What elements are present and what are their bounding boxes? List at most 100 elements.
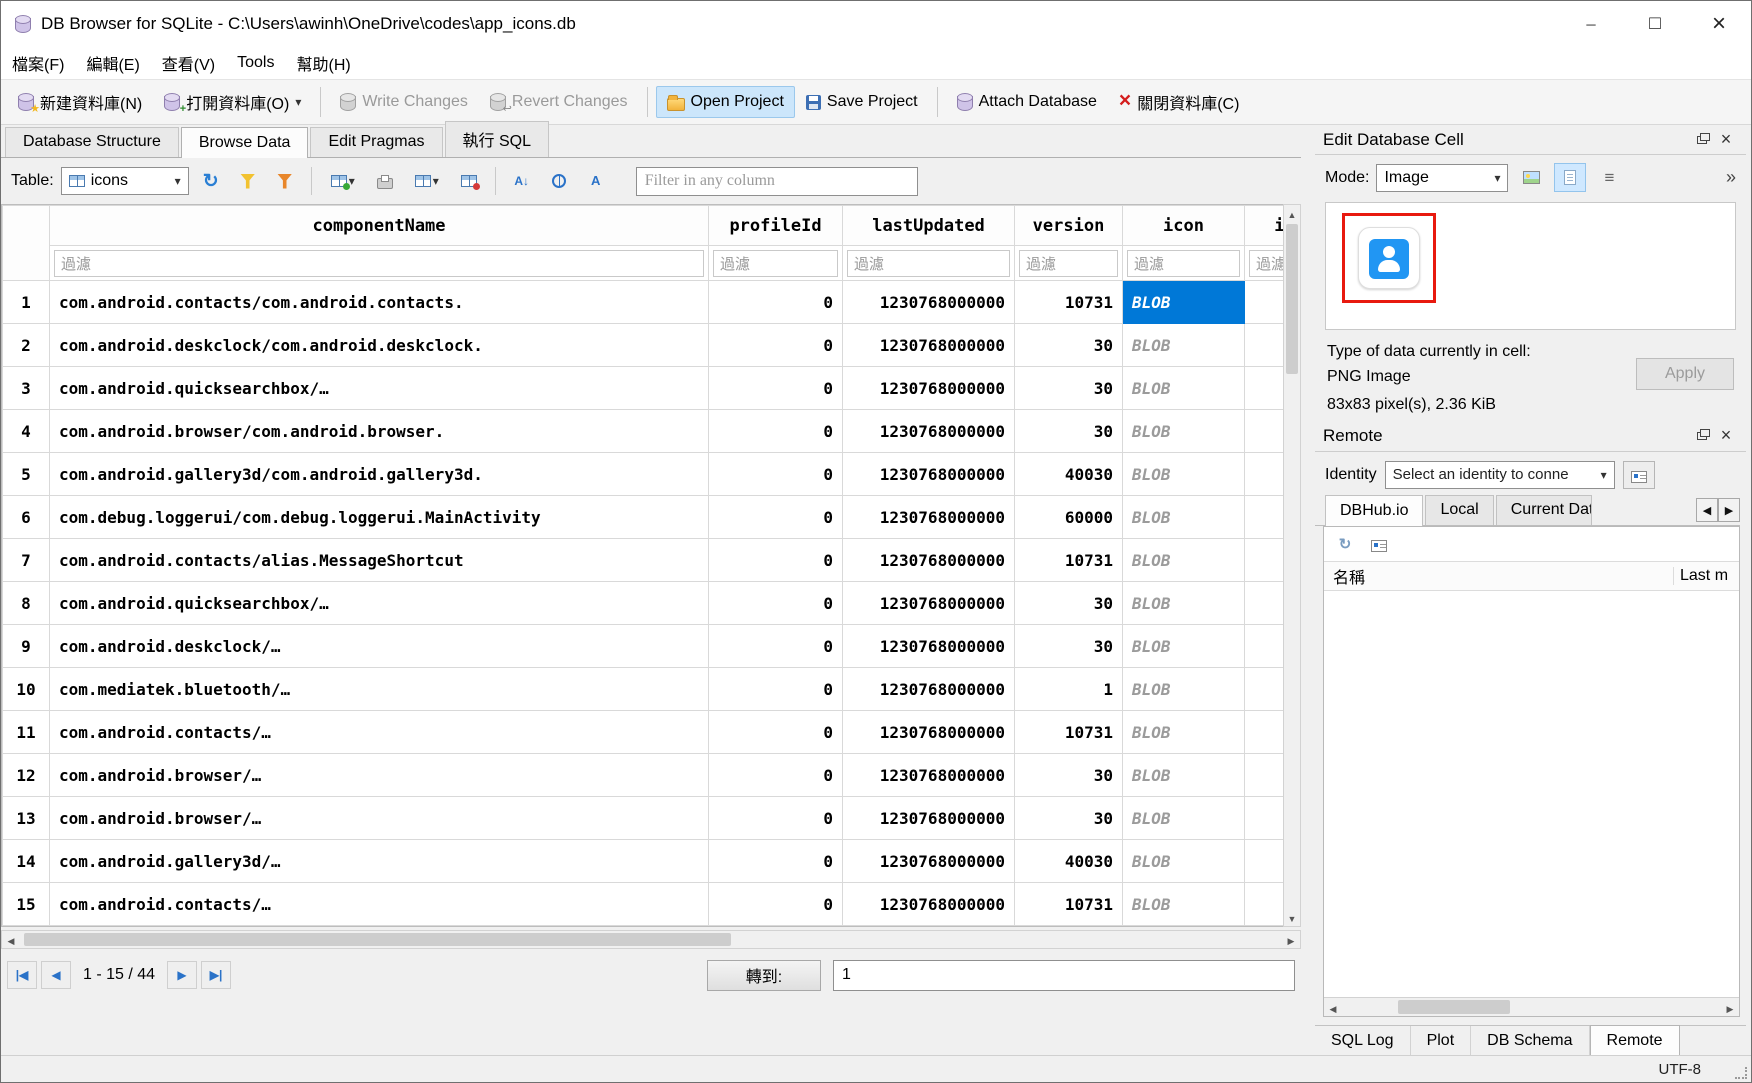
remote-scroll-track[interactable] <box>1342 998 1721 1016</box>
remote-refresh-button[interactable] <box>1330 529 1360 559</box>
tab-db-schema[interactable]: DB Schema <box>1471 1026 1589 1055</box>
tab-plot[interactable]: Plot <box>1411 1026 1472 1055</box>
tab-remote[interactable]: Remote <box>1590 1025 1680 1055</box>
row-number[interactable]: 7 <box>3 539 50 582</box>
cell-componentName[interactable]: com.android.contacts/… <box>50 711 709 754</box>
tab-sql-log[interactable]: SQL Log <box>1315 1026 1411 1055</box>
cell-icon[interactable]: BLOB <box>1123 367 1245 410</box>
cell-version[interactable]: 10731 <box>1015 883 1123 926</box>
cell-icon[interactable]: BLOB <box>1123 281 1245 324</box>
attach-database-button[interactable]: Attach Database <box>946 86 1108 118</box>
row-number[interactable]: 3 <box>3 367 50 410</box>
resize-grip[interactable] <box>1735 1067 1747 1079</box>
open-database-button[interactable]: + 打開資料庫(O) <box>153 83 312 121</box>
cell-icon[interactable]: BLOB <box>1123 539 1245 582</box>
row-number[interactable]: 12 <box>3 754 50 797</box>
cell-componentName[interactable]: com.android.quicksearchbox/… <box>50 582 709 625</box>
remote-clone-button[interactable] <box>1364 529 1394 559</box>
tab-scroll-right-button[interactable] <box>1718 498 1740 522</box>
cell-profileId[interactable]: 0 <box>709 367 843 410</box>
cell-profileId[interactable]: 0 <box>709 668 843 711</box>
table-row[interactable]: 5com.android.gallery3d/com.android.galle… <box>3 453 1284 496</box>
cell-version[interactable]: 30 <box>1015 582 1123 625</box>
cell-version[interactable]: 60000 <box>1015 496 1123 539</box>
filter-componentName-input[interactable]: 過濾 <box>54 250 704 277</box>
cell-componentName[interactable]: com.android.browser/… <box>50 754 709 797</box>
cell-version[interactable]: 30 <box>1015 625 1123 668</box>
cell-componentName[interactable]: com.mediatek.bluetooth/… <box>50 668 709 711</box>
horizontal-scroll-thumb[interactable] <box>24 933 731 946</box>
float-dock-button[interactable] <box>1690 425 1714 447</box>
cell-profileId[interactable]: 0 <box>709 324 843 367</box>
goto-button[interactable]: 轉到: <box>707 960 821 991</box>
cell-overflow[interactable] <box>1245 367 1284 410</box>
cell-icon[interactable]: BLOB <box>1123 410 1245 453</box>
edit-display-format-button[interactable] <box>581 166 611 196</box>
row-number[interactable]: 1 <box>3 281 50 324</box>
cell-icon[interactable]: BLOB <box>1123 625 1245 668</box>
cell-overflow[interactable] <box>1245 324 1284 367</box>
cell-componentName[interactable]: com.android.contacts/com.android.contact… <box>50 281 709 324</box>
cell-version[interactable]: 10731 <box>1015 539 1123 582</box>
filter-icon-input[interactable]: 過濾 <box>1127 250 1240 277</box>
close-database-button[interactable]: 關閉資料庫(C) <box>1108 83 1250 121</box>
cell-profileId[interactable]: 0 <box>709 754 843 797</box>
cell-icon[interactable]: BLOB <box>1123 582 1245 625</box>
write-changes-button[interactable]: Write Changes <box>329 86 479 118</box>
tab-edit-pragmas[interactable]: Edit Pragmas <box>310 127 442 157</box>
cell-icon[interactable]: BLOB <box>1123 840 1245 883</box>
table-row[interactable]: 15com.android.contacts/…0123076800000010… <box>3 883 1284 926</box>
cell-overflow[interactable] <box>1245 453 1284 496</box>
vertical-scrollbar[interactable] <box>1283 204 1301 927</box>
table-row[interactable]: 2com.android.deskclock/com.android.deskc… <box>3 324 1284 367</box>
row-number[interactable]: 8 <box>3 582 50 625</box>
cell-profileId[interactable]: 0 <box>709 496 843 539</box>
cell-version[interactable]: 30 <box>1015 324 1123 367</box>
cell-version[interactable]: 10731 <box>1015 281 1123 324</box>
cell-lastUpdated[interactable]: 1230768000000 <box>843 582 1015 625</box>
cell-lastUpdated[interactable]: 1230768000000 <box>843 754 1015 797</box>
cell-componentName[interactable]: com.android.deskclock/… <box>50 625 709 668</box>
cell-overflow[interactable] <box>1245 625 1284 668</box>
cell-lastUpdated[interactable]: 1230768000000 <box>843 324 1015 367</box>
cell-profileId[interactable]: 0 <box>709 711 843 754</box>
row-number[interactable]: 14 <box>3 840 50 883</box>
table-row[interactable]: 13com.android.browser/…0123076800000030B… <box>3 797 1284 840</box>
cell-componentName[interactable]: com.android.gallery3d/com.android.galler… <box>50 453 709 496</box>
mode-select[interactable]: Image <box>1376 164 1508 192</box>
cell-overflow[interactable] <box>1245 754 1284 797</box>
close-dock-button[interactable] <box>1714 129 1738 151</box>
menu-help[interactable]: 幫助(H) <box>285 46 361 80</box>
cell-version[interactable]: 40030 <box>1015 453 1123 496</box>
toolbar-overflow-button[interactable] <box>1726 167 1736 188</box>
table-row[interactable]: 10com.mediatek.bluetooth/…01230768000000… <box>3 668 1284 711</box>
tab-database-structure[interactable]: Database Structure <box>5 127 179 157</box>
cell-profileId[interactable]: 0 <box>709 625 843 668</box>
row-number[interactable]: 10 <box>3 668 50 711</box>
menu-file[interactable]: 檔案(F) <box>1 46 75 80</box>
row-number[interactable]: 13 <box>3 797 50 840</box>
revert-changes-button[interactable]: ↩ Revert Changes <box>479 86 639 118</box>
menu-tools[interactable]: Tools <box>226 49 285 77</box>
vertical-scroll-thumb[interactable] <box>1286 224 1298 374</box>
cell-lastUpdated[interactable]: 1230768000000 <box>843 668 1015 711</box>
sort-ascending-button[interactable] <box>507 166 537 196</box>
cell-overflow[interactable] <box>1245 281 1284 324</box>
cell-lastUpdated[interactable]: 1230768000000 <box>843 410 1015 453</box>
column-header-icon[interactable]: icon <box>1123 206 1245 246</box>
pick-identity-button[interactable] <box>1623 461 1655 489</box>
cell-profileId[interactable]: 0 <box>709 797 843 840</box>
cell-overflow[interactable] <box>1245 410 1284 453</box>
row-number[interactable]: 9 <box>3 625 50 668</box>
table-row[interactable]: 4com.android.browser/com.android.browser… <box>3 410 1284 453</box>
word-wrap-button[interactable] <box>1593 163 1625 192</box>
cell-icon[interactable]: BLOB <box>1123 668 1245 711</box>
cell-lastUpdated[interactable]: 1230768000000 <box>843 281 1015 324</box>
cell-icon[interactable]: BLOB <box>1123 883 1245 926</box>
column-header-version[interactable]: version <box>1015 206 1123 246</box>
column-header-profileId[interactable]: profileId <box>709 206 843 246</box>
vertical-scroll-track[interactable] <box>1284 222 1300 909</box>
cell-componentName[interactable]: com.android.browser/com.android.browser. <box>50 410 709 453</box>
table-select[interactable]: icons <box>61 167 189 195</box>
column-header-lastUpdated[interactable]: lastUpdated <box>843 206 1015 246</box>
